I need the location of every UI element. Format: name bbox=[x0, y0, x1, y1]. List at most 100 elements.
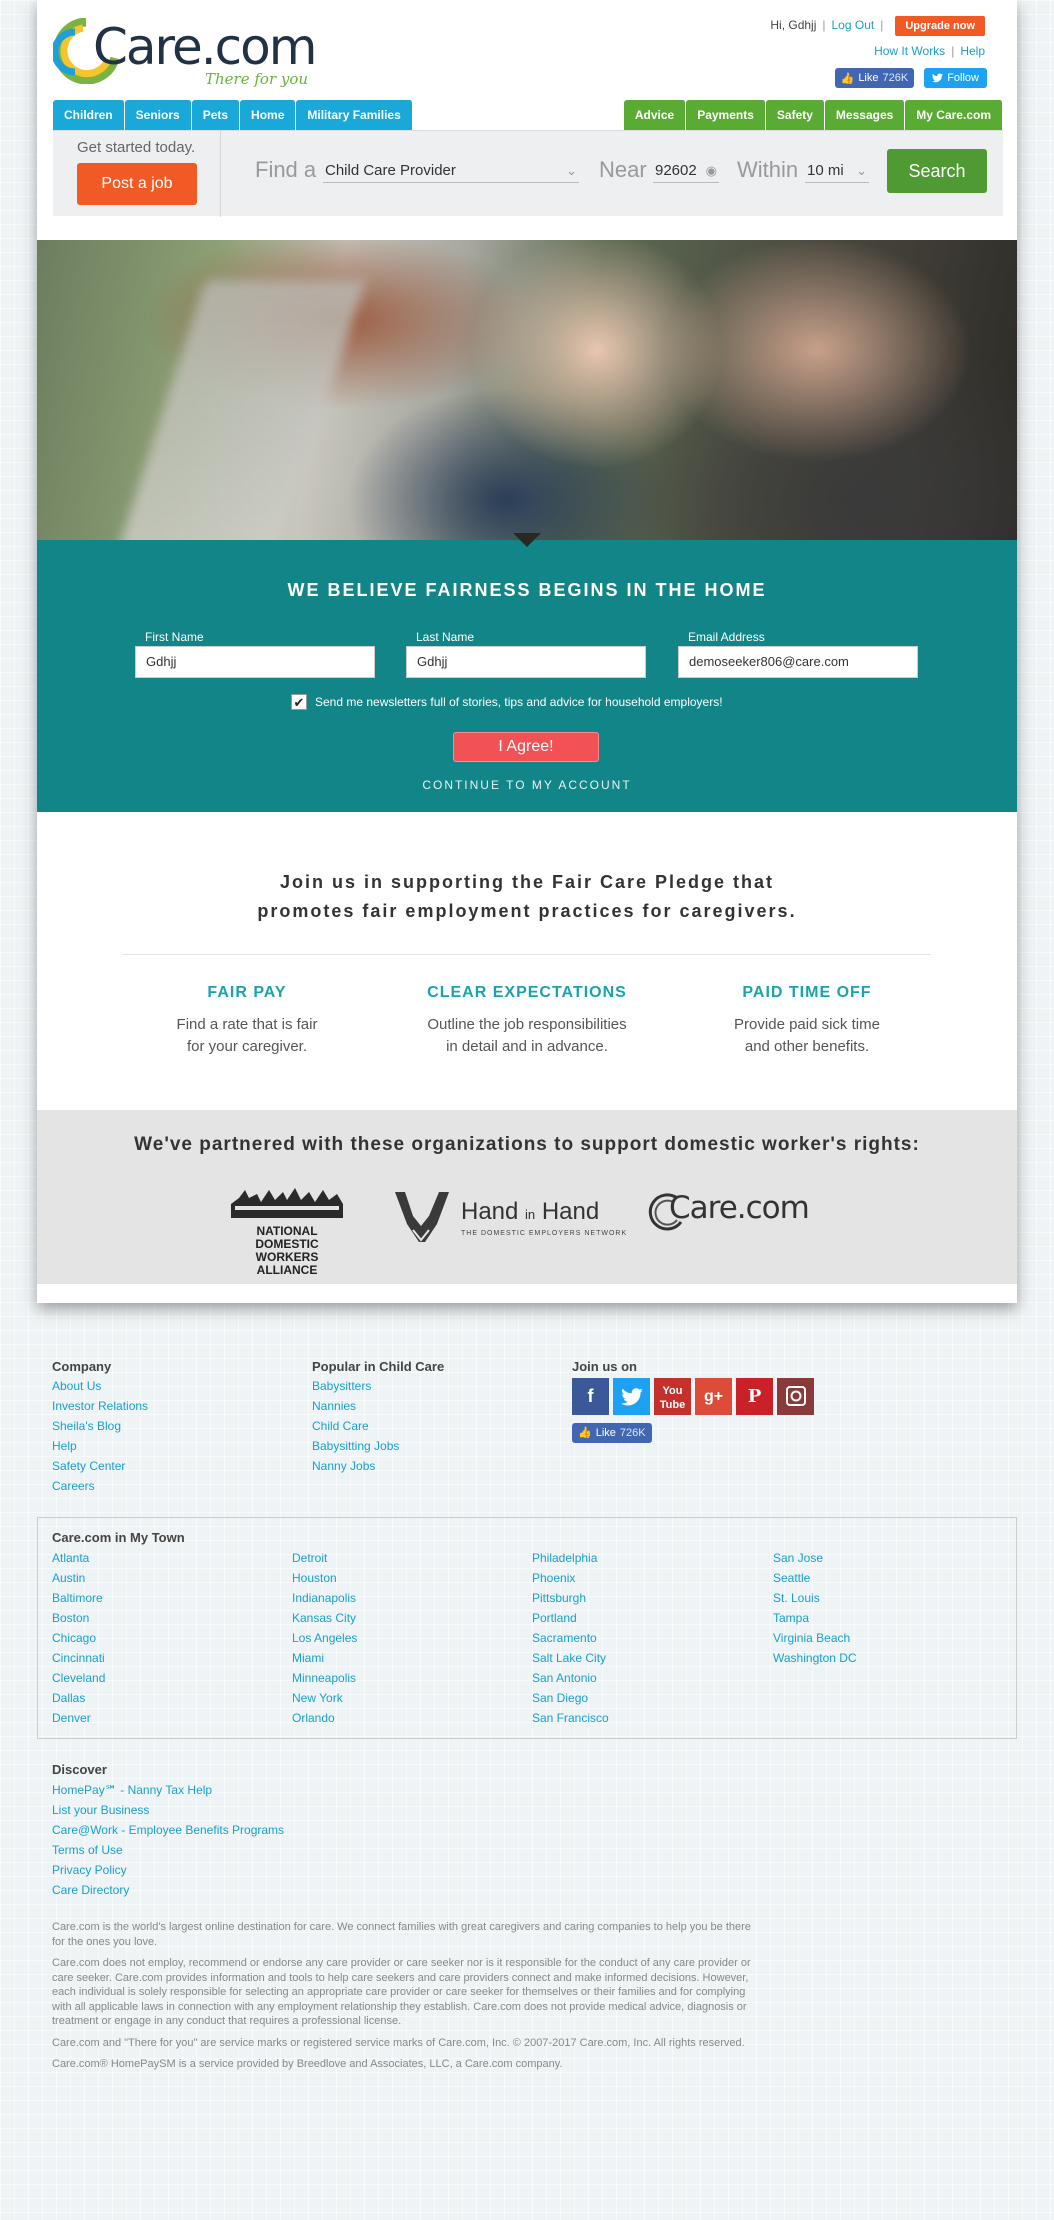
pinterest-icon[interactable]: P bbox=[736, 1378, 773, 1415]
footer-join: Join us on f You Tube g+ P 👍 Like 726K bbox=[572, 1358, 814, 1443]
care-type-select[interactable]: Child Care Provider ⌄ bbox=[323, 159, 579, 183]
twitter-icon[interactable] bbox=[613, 1378, 650, 1415]
tab-military-families[interactable]: Military Families bbox=[296, 100, 413, 130]
logout-link[interactable]: Log Out bbox=[832, 18, 875, 32]
footer-link-nanny-jobs[interactable]: Nanny Jobs bbox=[312, 1456, 444, 1476]
newsletter-checkbox[interactable]: ✔ bbox=[291, 694, 307, 710]
town-link[interactable]: Cleveland bbox=[52, 1668, 105, 1688]
footer-link-babysitters[interactable]: Babysitters bbox=[312, 1376, 444, 1396]
upgrade-button[interactable]: Upgrade now bbox=[895, 16, 985, 36]
footer-link-help[interactable]: Help bbox=[52, 1436, 148, 1456]
hih-hand2: Hand bbox=[541, 1198, 600, 1225]
ndwa-logo[interactable]: NATIONAL DOMESTIC WORKERS ALLIANCE bbox=[227, 1186, 347, 1277]
first-name-input[interactable]: Gdhjj bbox=[135, 646, 375, 678]
email-input[interactable]: demoseeker806@care.com bbox=[678, 646, 918, 678]
town-link[interactable]: Washington DC bbox=[773, 1648, 857, 1668]
town-link[interactable]: Los Angeles bbox=[292, 1628, 357, 1648]
footer-link-careers[interactable]: Careers bbox=[52, 1476, 148, 1496]
town-link[interactable]: Tampa bbox=[773, 1608, 857, 1628]
town-link[interactable]: Phoenix bbox=[532, 1568, 609, 1588]
town-link[interactable]: Miami bbox=[292, 1648, 357, 1668]
town-link[interactable]: Salt Lake City bbox=[532, 1648, 609, 1668]
footer-popular: Popular in Child Care Babysitters Nannie… bbox=[312, 1358, 444, 1476]
facebook-like-button[interactable]: 👍 Like 726K bbox=[834, 68, 915, 88]
footer-link-nannies[interactable]: Nannies bbox=[312, 1396, 444, 1416]
town-link[interactable]: Austin bbox=[52, 1568, 105, 1588]
tab-messages[interactable]: Messages bbox=[824, 100, 906, 130]
town-link[interactable]: Virginia Beach bbox=[773, 1628, 857, 1648]
footer-link-homepay[interactable]: HomePay℠ - Nanny Tax Help bbox=[52, 1780, 284, 1800]
zip-input[interactable]: 92602 ◉ bbox=[653, 159, 719, 183]
google-plus-icon[interactable]: g+ bbox=[695, 1378, 732, 1415]
town-link[interactable]: Chicago bbox=[52, 1628, 105, 1648]
twitter-follow-button[interactable]: Follow bbox=[924, 68, 987, 88]
town-link[interactable]: San Francisco bbox=[532, 1708, 609, 1728]
town-link[interactable]: Denver bbox=[52, 1708, 105, 1728]
town-link[interactable]: Atlanta bbox=[52, 1548, 105, 1568]
last-name-input[interactable]: Gdhjj bbox=[406, 646, 646, 678]
town-link[interactable]: Philadelphia bbox=[532, 1548, 609, 1568]
footer-link-terms[interactable]: Terms of Use bbox=[52, 1840, 284, 1860]
town-link[interactable]: Sacramento bbox=[532, 1628, 609, 1648]
footer-link-investor-relations[interactable]: Investor Relations bbox=[52, 1396, 148, 1416]
footer-link-care-at-work[interactable]: Care@Work - Employee Benefits Programs bbox=[52, 1820, 284, 1840]
tab-payments[interactable]: Payments bbox=[686, 100, 766, 130]
get-started-text: Get started today. bbox=[77, 139, 196, 156]
town-link[interactable]: San Antonio bbox=[532, 1668, 609, 1688]
facebook-like-button-footer[interactable]: 👍 Like 726K bbox=[572, 1423, 652, 1443]
town-link[interactable]: Houston bbox=[292, 1568, 357, 1588]
town-link[interactable]: Indianapolis bbox=[292, 1588, 357, 1608]
tab-seniors[interactable]: Seniors bbox=[124, 100, 192, 130]
footer-link-child-care[interactable]: Child Care bbox=[312, 1416, 444, 1436]
footer-link-safety-center[interactable]: Safety Center bbox=[52, 1456, 148, 1476]
post-job-button[interactable]: Post a job bbox=[77, 163, 197, 205]
footer-link-about-us[interactable]: About Us bbox=[52, 1376, 148, 1396]
tab-pets[interactable]: Pets bbox=[191, 100, 241, 130]
town-link[interactable]: Cincinnati bbox=[52, 1648, 105, 1668]
town-link[interactable]: Seattle bbox=[773, 1568, 857, 1588]
town-link[interactable]: Kansas City bbox=[292, 1608, 357, 1628]
instagram-icon[interactable] bbox=[777, 1378, 814, 1415]
tab-advice[interactable]: Advice bbox=[623, 100, 687, 130]
tab-safety[interactable]: Safety bbox=[765, 100, 825, 130]
town-link[interactable]: Dallas bbox=[52, 1688, 105, 1708]
town-column-1: Atlanta Austin Baltimore Boston Chicago Cinci… bbox=[52, 1548, 105, 1728]
town-link[interactable]: Minneapolis bbox=[292, 1668, 357, 1688]
town-link[interactable]: St. Louis bbox=[773, 1588, 857, 1608]
help-link[interactable]: Help bbox=[960, 44, 985, 58]
footer-company: Company About Us Investor Relations Shei… bbox=[52, 1358, 148, 1496]
email-label: Email Address bbox=[688, 630, 765, 644]
search-button[interactable]: Search bbox=[887, 149, 987, 193]
pledge-col-text: Provide paid sick time and other benefits… bbox=[677, 1014, 937, 1058]
tab-my-care[interactable]: My Care.com bbox=[905, 100, 1003, 130]
footer-link-care-directory[interactable]: Care Directory bbox=[52, 1880, 284, 1900]
tab-home[interactable]: Home bbox=[240, 100, 297, 130]
social-icons: f You Tube g+ P bbox=[572, 1378, 814, 1415]
town-link[interactable]: New York bbox=[292, 1688, 357, 1708]
continue-to-account-link[interactable]: CONTINUE TO MY ACCOUNT bbox=[422, 778, 631, 792]
town-link[interactable]: Detroit bbox=[292, 1548, 357, 1568]
town-link[interactable]: Portland bbox=[532, 1608, 609, 1628]
footer-link-sheilas-blog[interactable]: Sheila's Blog bbox=[52, 1416, 148, 1436]
town-column-2: Detroit Houston Indianapolis Kansas City Los… bbox=[292, 1548, 357, 1728]
facebook-icon[interactable]: f bbox=[572, 1378, 609, 1415]
town-link[interactable]: San Jose bbox=[773, 1548, 857, 1568]
agree-button[interactable]: I Agree! bbox=[453, 732, 599, 762]
footer-link-privacy[interactable]: Privacy Policy bbox=[52, 1860, 284, 1880]
search-bar: Get started today. Post a job Find a Chi… bbox=[53, 130, 1003, 217]
nav-left: Children Seniors Pets Home Military Fami… bbox=[53, 100, 413, 130]
how-it-works-link[interactable]: How It Works bbox=[874, 44, 945, 58]
town-link[interactable]: Boston bbox=[52, 1608, 105, 1628]
hand-in-hand-logo[interactable]: Hand in Hand THE DOMESTIC EMPLOYERS NETW… bbox=[391, 1190, 631, 1250]
town-link[interactable]: San Diego bbox=[532, 1688, 609, 1708]
care-logo[interactable]: Care.com There for you bbox=[53, 14, 317, 94]
tab-children[interactable]: Children bbox=[53, 100, 125, 130]
town-link[interactable]: Baltimore bbox=[52, 1588, 105, 1608]
town-link[interactable]: Pittsburgh bbox=[532, 1588, 609, 1608]
town-link[interactable]: Orlando bbox=[292, 1708, 357, 1728]
youtube-icon[interactable]: You Tube bbox=[654, 1378, 691, 1415]
footer-link-babysitting-jobs[interactable]: Babysitting Jobs bbox=[312, 1436, 444, 1456]
distance-select[interactable]: 10 mi ⌄ bbox=[805, 159, 869, 183]
footer-link-list-business[interactable]: List your Business bbox=[52, 1800, 284, 1820]
fairness-form: WE BELIEVE FAIRNESS BEGINS IN THE HOME F… bbox=[37, 540, 1017, 812]
